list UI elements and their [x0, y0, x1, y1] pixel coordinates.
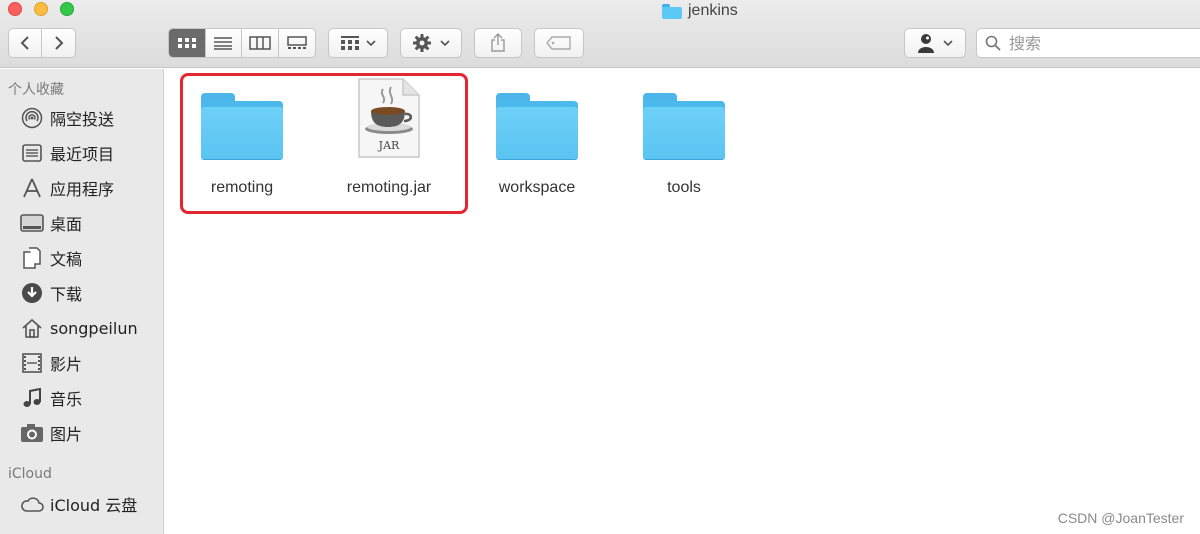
- share-button[interactable]: [474, 28, 522, 58]
- history-nav: [8, 28, 76, 58]
- sidebar-item-label: 下载: [50, 285, 83, 304]
- music-icon: [20, 386, 44, 410]
- sidebar-item-icloud-drive[interactable]: iCloud 云盘: [20, 491, 164, 517]
- sidebar-item-applications[interactable]: 应用程序: [20, 175, 164, 201]
- sidebar-item-label: iCloud 云盘: [50, 496, 138, 515]
- list-view-button[interactable]: [206, 29, 242, 57]
- sidebar-item-label: songpeilun: [50, 318, 138, 338]
- file-name: workspace: [498, 179, 576, 196]
- share-icon: [491, 33, 505, 52]
- sidebar-item-label: 隔空投送: [50, 110, 115, 129]
- file-item-tools[interactable]: tools: [619, 69, 749, 197]
- chevron-left-icon: [20, 36, 29, 50]
- icloud-icon: [20, 492, 44, 516]
- arrange-grid-icon: [341, 36, 359, 50]
- recents-icon: [20, 141, 44, 165]
- action-button[interactable]: [400, 28, 462, 58]
- chevron-down-icon: [440, 40, 450, 47]
- window-title-text: jenkins: [688, 2, 738, 19]
- airdrop-icon: [20, 106, 44, 130]
- chevron-down-icon: [366, 40, 376, 47]
- sidebar-item-label: 图片: [50, 425, 83, 444]
- icon-view-icon: [177, 38, 196, 48]
- file-name: tools: [667, 179, 701, 196]
- sidebar-item-downloads[interactable]: 下载: [20, 280, 164, 306]
- downloads-icon: [20, 281, 44, 305]
- sidebar-item-label: 音乐: [50, 390, 83, 409]
- sidebar-item-pictures[interactable]: 图片: [20, 420, 164, 446]
- chevron-down-icon: [943, 40, 953, 47]
- folder-icon: [496, 69, 578, 159]
- applications-icon: [20, 176, 44, 200]
- gear-icon: [413, 34, 431, 52]
- finder-toolbar: jenkins: [0, 0, 1200, 68]
- sidebar-item-label: 影片: [50, 355, 83, 374]
- back-button[interactable]: [9, 29, 43, 57]
- user-icon: [918, 34, 934, 53]
- minimize-window-button[interactable]: [34, 2, 48, 16]
- folder-icon: [662, 3, 682, 19]
- search-field[interactable]: [976, 28, 1200, 58]
- sidebar-item-label: 桌面: [50, 215, 83, 234]
- tag-icon: [546, 36, 571, 50]
- sidebar-section-icloud: iCloud: [8, 466, 52, 482]
- gallery-view-button[interactable]: [279, 29, 315, 57]
- pictures-icon: [20, 421, 44, 445]
- sidebar-item-documents[interactable]: 文稿: [20, 245, 164, 271]
- sidebar-item-label: 最近项目: [50, 145, 115, 164]
- movies-icon: [20, 351, 44, 375]
- column-view-icon: [249, 36, 271, 50]
- sidebar: 个人收藏 隔空投送 最近项目 应用程序 桌面 文稿 下载 songpeilun …: [0, 69, 164, 534]
- file-item-workspace[interactable]: workspace: [472, 69, 602, 197]
- sidebar-item-label: 应用程序: [50, 180, 115, 199]
- arrange-button[interactable]: [328, 28, 388, 58]
- home-icon: [20, 316, 44, 340]
- sidebar-item-movies[interactable]: 影片: [20, 350, 164, 376]
- sidebar-item-recents[interactable]: 最近项目: [20, 140, 164, 166]
- tag-button[interactable]: [534, 28, 584, 58]
- chevron-right-icon: [54, 36, 63, 50]
- zoom-window-button[interactable]: [60, 2, 74, 16]
- sidebar-item-home[interactable]: songpeilun: [20, 315, 164, 341]
- watermark: CSDN @JoanTester: [1057, 510, 1184, 526]
- sidebar-item-music[interactable]: 音乐: [20, 385, 164, 411]
- view-mode-control: [168, 28, 316, 58]
- icon-view-button[interactable]: [169, 29, 206, 57]
- window-title: jenkins: [662, 0, 738, 22]
- search-input[interactable]: [1009, 33, 1189, 53]
- sidebar-item-airdrop[interactable]: 隔空投送: [20, 105, 164, 131]
- list-view-icon: [214, 37, 233, 50]
- user-menu-button[interactable]: [904, 28, 966, 58]
- folder-icon: [643, 69, 725, 159]
- sidebar-section-favorites: 个人收藏: [8, 82, 64, 98]
- gallery-view-icon: [286, 36, 307, 49]
- close-window-button[interactable]: [8, 2, 22, 16]
- forward-button[interactable]: [42, 29, 75, 57]
- column-view-button[interactable]: [242, 29, 279, 57]
- sidebar-item-label: 文稿: [50, 250, 83, 269]
- sidebar-item-desktop[interactable]: 桌面: [20, 210, 164, 236]
- highlight-box: [180, 73, 468, 214]
- documents-icon: [20, 246, 44, 270]
- search-icon: [985, 35, 1001, 51]
- desktop-icon: [20, 211, 44, 235]
